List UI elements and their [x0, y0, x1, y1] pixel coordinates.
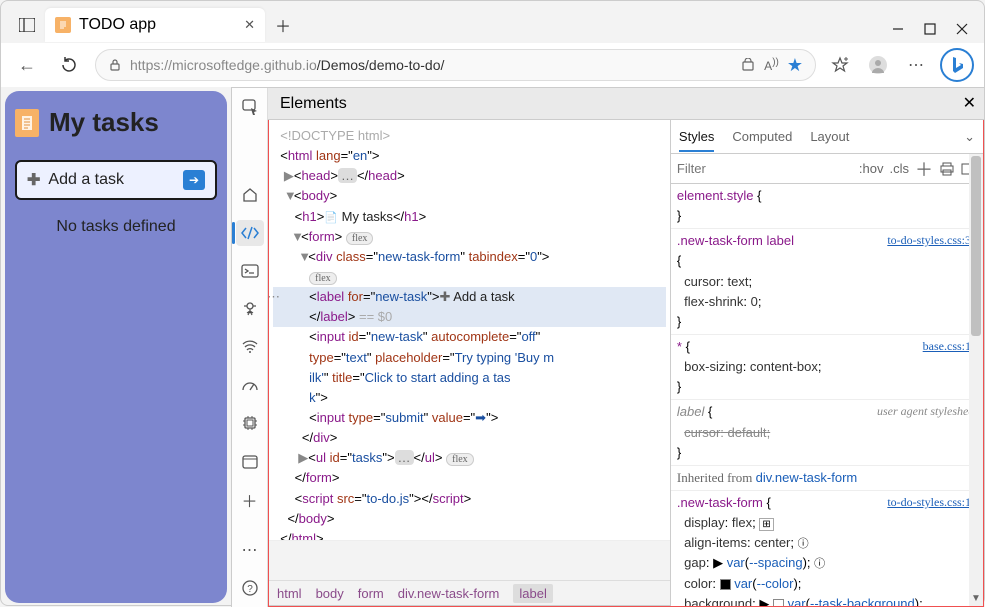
styles-filter-input[interactable]	[677, 161, 853, 176]
breadcrumb-item[interactable]: body	[316, 586, 344, 601]
scrollbar[interactable]: ▼	[969, 154, 983, 606]
elements-icon[interactable]	[236, 220, 264, 246]
back-button[interactable]: ←	[11, 49, 43, 81]
application-icon[interactable]	[236, 448, 264, 474]
url-text: https://microsoftedge.github.io/Demos/de…	[130, 57, 732, 73]
page-title-text: My tasks	[49, 107, 159, 138]
breadcrumb-item[interactable]: html	[277, 586, 302, 601]
refresh-button[interactable]	[53, 49, 85, 81]
close-tab-icon[interactable]: ✕	[244, 17, 255, 33]
devtools: ＋ ⋯ ? Elements ✕ <!DOCTYPE html> <html l…	[231, 87, 984, 607]
dom-tree[interactable]: <!DOCTYPE html> <html lang="en"> ▶<head>…	[269, 120, 670, 540]
plus-icon: ✚	[27, 170, 40, 190]
new-task-form[interactable]: ✚ Add a task ➔	[15, 160, 217, 200]
memory-icon[interactable]	[236, 410, 264, 436]
breadcrumb-item[interactable]: label	[513, 584, 552, 603]
console-icon[interactable]	[236, 258, 264, 284]
inspect-button[interactable]	[236, 94, 264, 120]
styles-tabs: Styles Computed Layout ⌄	[671, 120, 983, 154]
more-icon[interactable]: ⋯	[902, 51, 930, 79]
new-tab-button[interactable]: ＋	[265, 7, 301, 43]
chevron-down-icon[interactable]: ⌄	[964, 129, 975, 145]
lock-icon	[108, 58, 122, 72]
source-link[interactable]: to-do-styles.css:17	[887, 493, 977, 512]
overflow-icon[interactable]: ⋯	[236, 537, 264, 563]
hov-toggle[interactable]: :hov	[859, 161, 884, 176]
favorites-button[interactable]	[826, 51, 854, 79]
devtools-close-icon[interactable]: ✕	[963, 93, 976, 113]
sources-icon[interactable]	[236, 296, 264, 322]
more-tools-icon[interactable]: ＋	[236, 487, 264, 513]
breadcrumb-item[interactable]: div.new-task-form	[398, 586, 500, 601]
add-task-label: Add a task	[48, 171, 124, 189]
page-title: My tasks	[15, 107, 217, 138]
help-icon[interactable]: ?	[236, 575, 264, 601]
tab-styles[interactable]: Styles	[679, 129, 714, 152]
devtools-rail: ＋ ⋯ ?	[232, 88, 268, 607]
read-aloud-icon[interactable]: A))	[764, 57, 779, 73]
new-rule-icon[interactable]: ＋	[915, 156, 933, 182]
close-icon[interactable]	[956, 23, 968, 35]
network-icon[interactable]	[236, 334, 264, 360]
address-bar[interactable]: https://microsoftedge.github.io/Demos/de…	[95, 49, 816, 81]
styles-rules[interactable]: element.style {} to-do-styles.css:34 .ne…	[671, 184, 983, 606]
panel-header: Elements ✕	[268, 88, 984, 120]
submit-button[interactable]: ➔	[183, 170, 205, 190]
notepad-icon	[15, 109, 39, 137]
browser-tab[interactable]: TODO app ✕	[45, 8, 265, 42]
dom-breadcrumb[interactable]: html body form div.new-task-form label	[269, 580, 670, 606]
cls-toggle[interactable]: .cls	[890, 161, 910, 176]
empty-state: No tasks defined	[15, 218, 217, 236]
styles-pane: Styles Computed Layout ⌄ :hov .cls ＋	[670, 120, 983, 606]
breadcrumb-item[interactable]: form	[358, 586, 384, 601]
tab-computed[interactable]: Computed	[732, 129, 792, 144]
shopping-icon[interactable]	[740, 58, 756, 72]
minimize-icon[interactable]	[892, 23, 904, 35]
favorite-icon[interactable]: ★	[787, 55, 803, 76]
tab-layout[interactable]: Layout	[810, 129, 849, 144]
window-titlebar: TODO app ✕ ＋	[1, 1, 984, 43]
source-link[interactable]: to-do-styles.css:34	[887, 231, 977, 250]
browser-toolbar: ← https://microsoftedge.github.io/Demos/…	[1, 43, 984, 87]
performance-icon[interactable]	[236, 372, 264, 398]
rendered-page: My tasks ✚ Add a task ➔ No tasks defined	[5, 91, 227, 603]
window-controls	[892, 23, 968, 35]
maximize-icon[interactable]	[924, 23, 936, 35]
styles-toolbar: :hov .cls ＋	[671, 154, 983, 184]
welcome-icon[interactable]	[236, 181, 264, 207]
svg-text:?: ?	[247, 584, 253, 595]
profile-icon[interactable]	[864, 51, 892, 79]
tab-title: TODO app	[79, 16, 156, 34]
notepad-icon	[55, 17, 71, 33]
print-icon[interactable]	[939, 162, 955, 176]
bing-button[interactable]	[940, 48, 974, 82]
tab-actions-button[interactable]	[9, 7, 45, 43]
panel-title: Elements	[280, 95, 347, 113]
